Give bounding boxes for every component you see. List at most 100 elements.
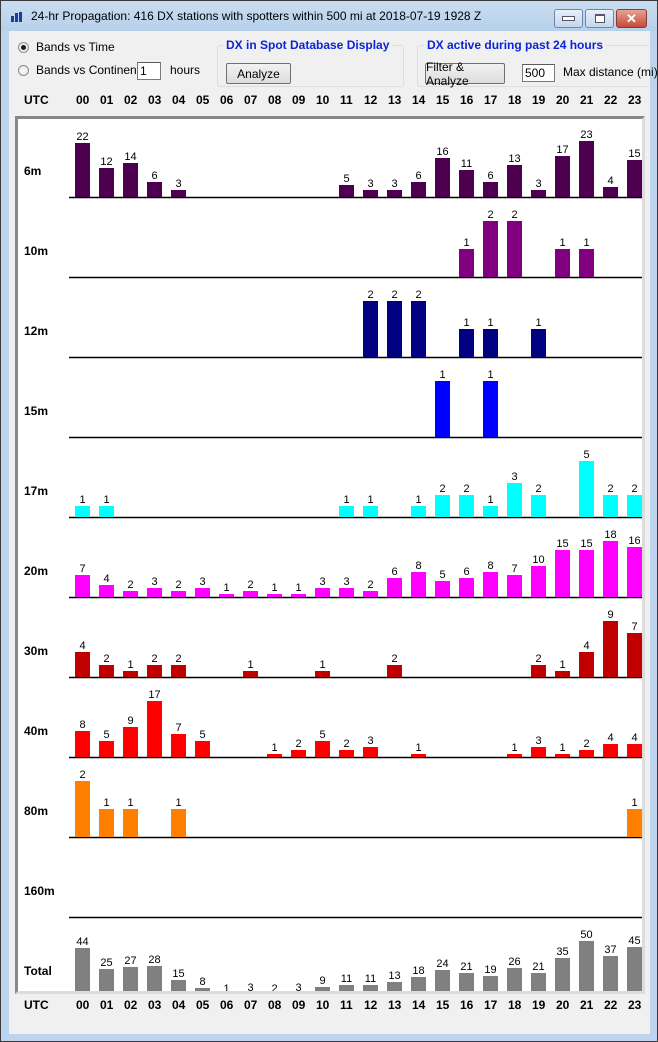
- utc-header-bottom: UTC 00 01 02 03 04 05 06 07 08 09 10 11 12 13 14 15 16 17…: [9, 998, 650, 1016]
- band-row-17m: 17m 1 1 1 1 1 2 2 1 3 2 5 2 2: [24, 449, 642, 519]
- utc-hour-13: 13: [388, 93, 402, 107]
- maximize-button[interactable]: [585, 9, 614, 28]
- bar-value-label: 18: [604, 529, 616, 541]
- bar-value-label: 24: [436, 958, 448, 970]
- bar-17m-11: [339, 506, 354, 517]
- bar-value-label: 1: [463, 317, 469, 329]
- utc-hour-10: 10: [316, 998, 330, 1012]
- utc-hour-04: 04: [172, 93, 186, 107]
- bar-value-label: 4: [103, 573, 109, 585]
- bar-value-label: 17: [556, 144, 568, 156]
- analyze-button[interactable]: Analyze: [226, 63, 291, 84]
- minimize-button[interactable]: [554, 9, 583, 28]
- bar-value-label: 1: [127, 797, 133, 809]
- utc-hour-22: 22: [604, 93, 618, 107]
- bar-20m-08: [267, 594, 282, 597]
- bar-17m-16: [459, 495, 474, 517]
- utc-header-top: UTC 00 01 02 03 04 05 06 07 08 09 10 11 12 13 14 15 16 17…: [9, 93, 650, 111]
- bar-40m-21: [579, 750, 594, 757]
- bar-10m-20: [555, 249, 570, 277]
- utc-hour-20: 20: [556, 998, 570, 1012]
- bar-value-label: 2: [175, 653, 181, 665]
- bar-12m-13: [387, 301, 402, 357]
- bar-value-label: 21: [460, 961, 472, 973]
- utc-hour-18: 18: [508, 93, 522, 107]
- bar-40m-20: [555, 754, 570, 757]
- bar-value-label: 1: [487, 369, 493, 381]
- bar-value-label: 1: [319, 659, 325, 671]
- bar-40m-02: [123, 727, 138, 757]
- filter-analyze-button[interactable]: Filter & Analyze: [425, 60, 505, 88]
- band-row-30m: 30m 4 2 1 2 2 1 1 2 2 1 4 9 7: [24, 609, 642, 679]
- bands-vs-continents-radio[interactable]: [18, 64, 29, 76]
- bar-80m-02: [123, 809, 138, 837]
- band-row-12m: 12m 2 2 2 1 1 1: [24, 289, 642, 359]
- title-bar[interactable]: 24-hr Propagation: 416 DX stations with …: [1, 1, 657, 31]
- bar-value-label: 3: [535, 178, 541, 190]
- bar-12m-17: [483, 329, 498, 357]
- utc-hour-03: 03: [148, 998, 162, 1012]
- bar-6m-02: [123, 163, 138, 197]
- bar-12m-14: [411, 301, 426, 357]
- bar-value-label: 45: [628, 935, 640, 947]
- bar-30m-20: [555, 671, 570, 677]
- band-row-20m: 20m 7 4 2 3 2 3 1 2 1 1 3 3 2 6 8 5 6 8 7 10 15 15 18 16: [24, 529, 642, 599]
- bar-40m-19: [531, 747, 546, 757]
- bar-value-label: 2: [439, 483, 445, 495]
- bar-value-label: 8: [415, 560, 421, 572]
- utc-hour-02: 02: [124, 998, 138, 1012]
- bar-value-label: 2: [511, 209, 517, 221]
- bar-17m-23: [627, 495, 642, 517]
- hours-input[interactable]: [137, 62, 161, 80]
- bar-value-label: 3: [295, 982, 301, 991]
- bar-40m-23: [627, 744, 642, 757]
- bar-value-label: 9: [127, 715, 133, 727]
- utc-hour-23: 23: [628, 93, 642, 107]
- bar-value-label: 2: [367, 289, 373, 301]
- close-button[interactable]: ✕: [616, 9, 647, 28]
- band-row-40m: 40m 8 5 9 17 7 5 1 2 5 2 3 1 1 3 1 2 4 4: [24, 689, 642, 759]
- bar-15m-15: [435, 381, 450, 437]
- utc-hour-14: 14: [412, 998, 426, 1012]
- bar-value-label: 1: [343, 494, 349, 506]
- bar-20m-19: [531, 566, 546, 597]
- bar-40m-18: [507, 754, 522, 757]
- bar-value-label: 44: [76, 936, 88, 948]
- bar-17m-18: [507, 483, 522, 517]
- utc-hour-13: 13: [388, 998, 402, 1012]
- bar-value-label: 37: [604, 944, 616, 956]
- bar-value-label: 27: [124, 955, 136, 967]
- max-distance-input[interactable]: [522, 64, 555, 82]
- hours-label: hours: [170, 63, 201, 77]
- band-row-15m: 15m 1 1: [24, 369, 642, 439]
- bar-value-label: 1: [103, 494, 109, 506]
- bar-value-label: 1: [439, 369, 445, 381]
- bar-value-label: 6: [415, 170, 421, 182]
- bar-total-16: [459, 973, 474, 997]
- bar-value-label: 1: [631, 797, 637, 809]
- bar-6m-01: [99, 168, 114, 197]
- bar-40m-00: [75, 731, 90, 757]
- bands-vs-continents-option[interactable]: Bands vs Continents: [18, 63, 146, 77]
- utc-hour-17: 17: [484, 998, 498, 1012]
- bar-value-label: 25: [100, 957, 112, 969]
- propagation-chart: 6m 22 12 14 6 3 5 3 3 6 16 11 6 13 3 17 23 4 15 10m 1 2 2 1 1 12m…: [15, 116, 645, 999]
- bar-30m-19: [531, 665, 546, 677]
- utc-hour-12: 12: [364, 998, 378, 1012]
- bar-value-label: 2: [367, 579, 373, 591]
- bar-20m-21: [579, 550, 594, 597]
- bar-value-label: 1: [367, 494, 373, 506]
- bands-vs-time-option[interactable]: Bands vs Time: [18, 40, 115, 54]
- bar-value-label: 7: [175, 722, 181, 734]
- bar-12m-19: [531, 329, 546, 357]
- utc-hour-21: 21: [580, 998, 594, 1012]
- bar-17m-14: [411, 506, 426, 517]
- bar-value-label: 19: [484, 964, 496, 976]
- bar-value-label: 7: [79, 563, 85, 575]
- bands-vs-time-radio[interactable]: [18, 41, 29, 53]
- bar-20m-04: [171, 591, 186, 597]
- bar-value-label: 4: [583, 640, 589, 652]
- bar-value-label: 1: [247, 659, 253, 671]
- band-row-160m: 160m: [24, 884, 642, 919]
- bar-10m-21: [579, 249, 594, 277]
